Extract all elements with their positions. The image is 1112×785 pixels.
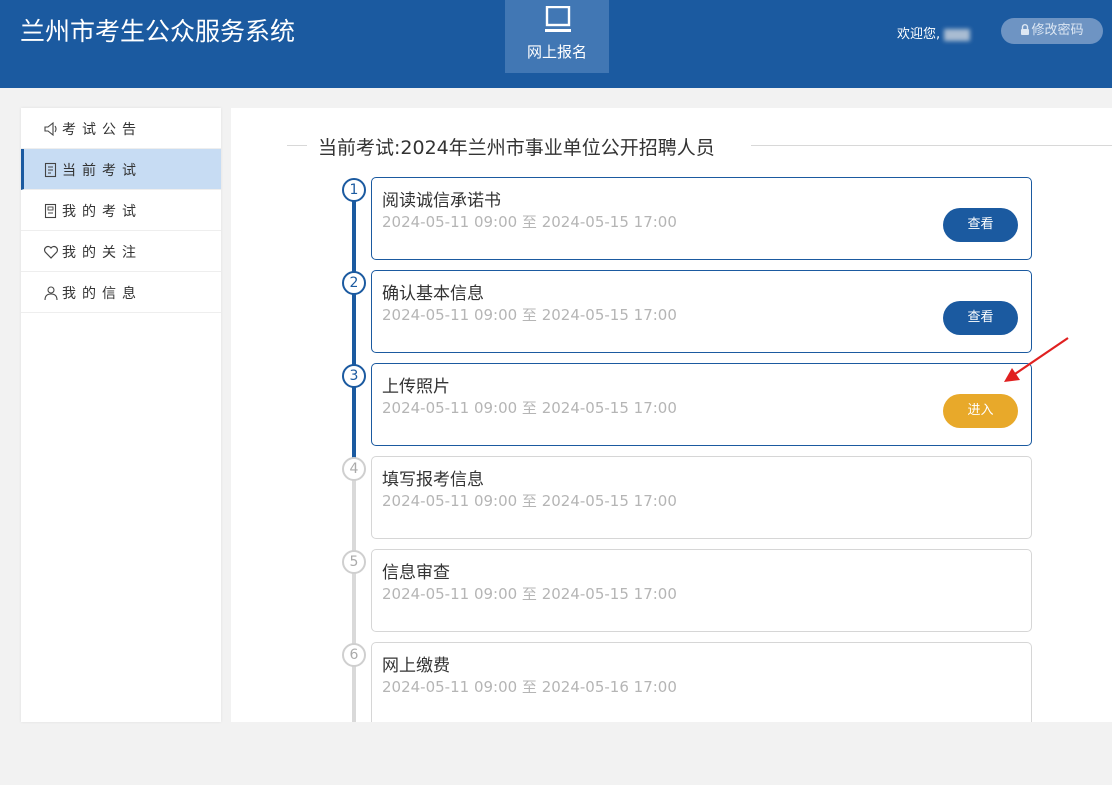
step-time: 2024-05-11 09:00 至 2024-05-15 17:00: [382, 492, 677, 510]
nav-tile-online-registration[interactable]: 网上报名: [505, 0, 609, 73]
step-name: 上传照片: [382, 377, 450, 397]
step-name: 信息审查: [382, 563, 450, 583]
sidebar-item-label: 我的信息: [62, 286, 142, 302]
sidebar-item-label: 我的关注: [62, 245, 142, 261]
step-number: 2: [342, 271, 366, 295]
step-number: 5: [342, 550, 366, 574]
lock-icon: [1021, 24, 1030, 35]
view-button[interactable]: 查看: [943, 301, 1018, 335]
step-name: 确认基本信息: [382, 284, 484, 304]
title-divider-right: [751, 145, 1112, 146]
sidebar-item-my-info[interactable]: 我的信息: [21, 272, 221, 313]
monitor-icon: [545, 6, 571, 32]
step-time: 2024-05-11 09:00 至 2024-05-15 17:00: [382, 213, 677, 231]
step-number: 6: [342, 643, 366, 667]
timeline-remaining-bar: [352, 468, 356, 722]
welcome-area: 欢迎您,: [897, 23, 971, 42]
step-card-confirm-basic-info: 确认基本信息 2024-05-11 09:00 至 2024-05-15 17:…: [371, 270, 1032, 353]
sidebar-item-current-exam[interactable]: 当前考试: [21, 149, 221, 190]
app-title: 兰州市考生公众服务系统: [20, 17, 296, 46]
step-number: 4: [342, 457, 366, 481]
main-content: 当前考试:2024年兰州市事业单位公开招聘人员 1 阅读诚信承诺书 2024-0…: [231, 108, 1112, 722]
sidebar-item-my-exams[interactable]: 我的考试: [21, 190, 221, 231]
change-password-button[interactable]: 修改密码: [1001, 18, 1103, 44]
step-card-read-integrity-pledge: 阅读诚信承诺书 2024-05-11 09:00 至 2024-05-15 17…: [371, 177, 1032, 260]
step-card-info-review: 信息审查 2024-05-11 09:00 至 2024-05-15 17:00: [371, 549, 1032, 632]
step-time: 2024-05-11 09:00 至 2024-05-16 17:00: [382, 678, 677, 696]
top-header: 兰州市考生公众服务系统 网上报名 欢迎您, 修改密码: [0, 0, 1112, 88]
document-icon: [44, 162, 57, 178]
speaker-icon: [44, 121, 57, 137]
step-name: 网上缴费: [382, 656, 450, 676]
username-redacted: [944, 28, 971, 41]
step-number: 1: [342, 178, 366, 202]
user-icon: [44, 286, 58, 301]
step-card-fill-application-info: 填写报考信息 2024-05-11 09:00 至 2024-05-15 17:…: [371, 456, 1032, 539]
view-button[interactable]: 查看: [943, 208, 1018, 242]
step-card-upload-photo: 上传照片 2024-05-11 09:00 至 2024-05-15 17:00…: [371, 363, 1032, 446]
report-icon: [44, 203, 57, 219]
sidebar-item-label: 当前考试: [62, 163, 142, 179]
current-exam-title: 当前考试:2024年兰州市事业单位公开招聘人员: [318, 137, 715, 159]
sidebar-item-exam-announcements[interactable]: 考试公告: [21, 108, 221, 149]
timeline-progress-bar: [352, 200, 356, 468]
step-name: 填写报考信息: [382, 470, 484, 490]
enter-button[interactable]: 进入: [943, 394, 1018, 428]
title-divider-left: [287, 145, 307, 146]
step-time: 2024-05-11 09:00 至 2024-05-15 17:00: [382, 399, 677, 417]
sidebar: 考试公告 当前考试 我的考试 我的关注 我的信息: [21, 108, 221, 722]
step-card-online-payment: 网上缴费 2024-05-11 09:00 至 2024-05-16 17:00: [371, 642, 1032, 722]
sidebar-item-my-follows[interactable]: 我的关注: [21, 231, 221, 272]
heart-icon: [44, 245, 58, 259]
step-time: 2024-05-11 09:00 至 2024-05-15 17:00: [382, 306, 677, 324]
nav-tile-label: 网上报名: [526, 43, 587, 61]
change-password-label: 修改密码: [1031, 23, 1084, 38]
step-time: 2024-05-11 09:00 至 2024-05-15 17:00: [382, 585, 677, 603]
welcome-text: 欢迎您,: [897, 27, 941, 42]
sidebar-item-label: 我的考试: [62, 204, 142, 220]
step-name: 阅读诚信承诺书: [382, 191, 501, 211]
sidebar-item-label: 考试公告: [62, 122, 142, 138]
step-number: 3: [342, 364, 366, 388]
